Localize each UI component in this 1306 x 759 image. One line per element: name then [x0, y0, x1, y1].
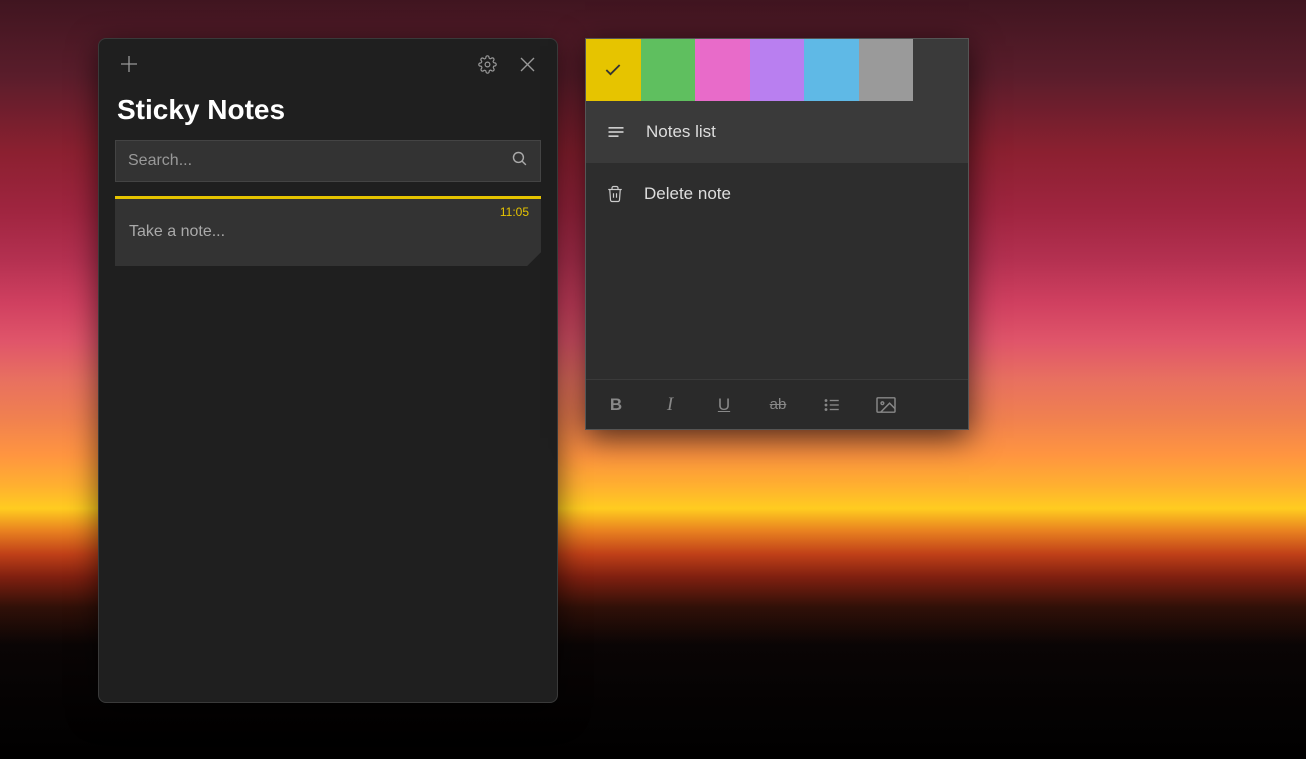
menu-label: Notes list [646, 122, 716, 142]
list-icon [606, 122, 626, 142]
strikethrough-button[interactable]: ab [762, 389, 794, 421]
gear-icon [478, 55, 497, 74]
app-title: Sticky Notes [99, 89, 557, 140]
color-swatch-charcoal[interactable] [913, 39, 968, 101]
delete-note-menu-item[interactable]: Delete note [586, 163, 968, 225]
color-swatch-green[interactable] [641, 39, 696, 101]
underline-button[interactable]: U [708, 389, 740, 421]
color-swatch-pink[interactable] [695, 39, 750, 101]
color-picker-row [586, 39, 968, 101]
checkmark-icon [603, 60, 623, 80]
color-swatch-gray[interactable] [859, 39, 914, 101]
note-timestamp: 11:05 [500, 205, 529, 219]
sticky-notes-list-window: Sticky Notes 11:05 Take a note... [98, 38, 558, 703]
image-icon [875, 396, 897, 414]
titlebar [99, 39, 557, 89]
plus-icon [120, 55, 138, 73]
bold-button[interactable]: B [600, 389, 632, 421]
menu-label: Delete note [644, 184, 731, 204]
color-swatch-purple[interactable] [750, 39, 805, 101]
folded-corner-icon [527, 252, 541, 266]
new-note-button[interactable] [109, 44, 149, 84]
note-editor-window: Notes list Delete note B I U ab [585, 38, 969, 430]
bullet-list-button[interactable] [816, 389, 848, 421]
search-icon [511, 150, 528, 172]
close-button[interactable] [507, 44, 547, 84]
color-swatch-blue[interactable] [804, 39, 859, 101]
image-button[interactable] [870, 389, 902, 421]
note-preview-text: Take a note... [129, 223, 527, 241]
bullet-list-icon [823, 396, 841, 414]
italic-button[interactable]: I [654, 389, 686, 421]
search-bar[interactable] [115, 140, 541, 182]
format-toolbar: B I U ab [586, 379, 968, 429]
settings-button[interactable] [467, 44, 507, 84]
notes-list-menu-item[interactable]: Notes list [586, 101, 968, 163]
note-body[interactable] [586, 225, 968, 379]
search-input[interactable] [128, 152, 511, 170]
note-list-item[interactable]: 11:05 Take a note... [115, 196, 541, 266]
trash-icon [606, 184, 624, 204]
color-swatch-yellow[interactable] [586, 39, 641, 101]
close-icon [520, 57, 535, 72]
